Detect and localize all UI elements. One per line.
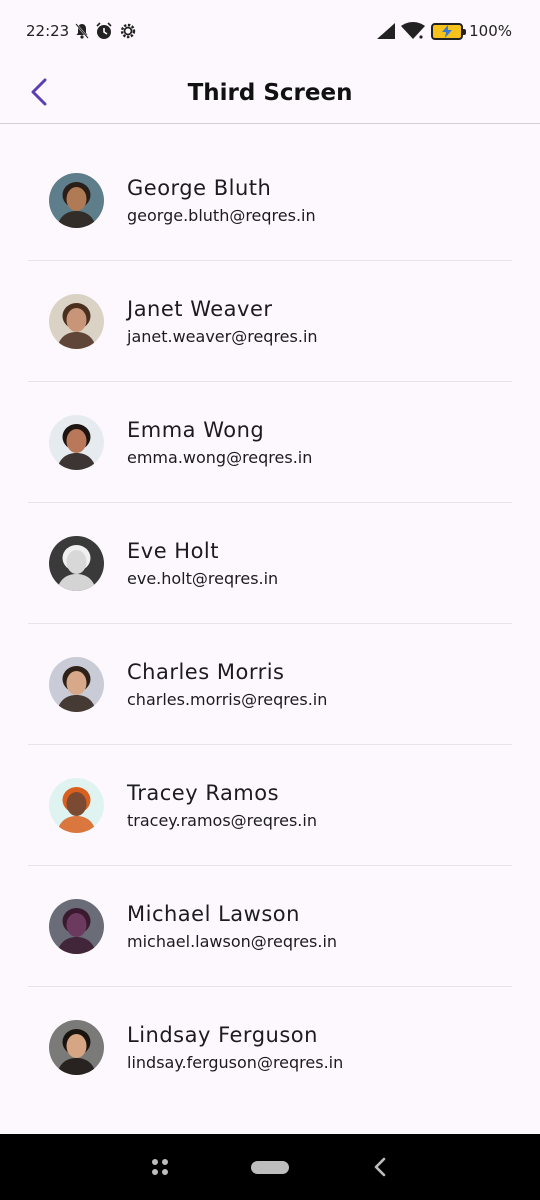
chevron-left-icon	[31, 78, 47, 106]
user-email: tracey.ramos@reqres.in	[127, 810, 317, 830]
user-avatar	[49, 777, 104, 833]
user-avatar	[49, 1020, 104, 1075]
signal-icon	[377, 23, 396, 39]
status-right: 100%	[377, 22, 512, 40]
app-bar: Third Screen	[0, 62, 540, 124]
wifi-icon	[401, 22, 426, 39]
user-info: George Bluth george.bluth@reqres.in	[127, 176, 316, 225]
user-list-item[interactable]: Eve Holt eve.holt@reqres.in	[28, 503, 512, 624]
user-info: Lindsay Ferguson lindsay.ferguson@reqres.…	[127, 1023, 343, 1072]
user-email: lindsay.ferguson@reqres.in	[127, 1053, 344, 1072]
user-info: Tracey Ramos tracey.ramos@reqres.in	[127, 781, 317, 830]
nav-back-icon	[374, 1157, 386, 1177]
user-email: emma.wong@reqres.in	[127, 447, 313, 467]
status-bar: 22:23 100%	[0, 0, 540, 62]
home-pill-icon	[251, 1160, 289, 1174]
user-avatar	[49, 293, 104, 349]
status-time: 22:23	[26, 22, 70, 40]
user-email: michael.lawson@reqres.in	[127, 931, 338, 951]
user-name: Charles Morris	[127, 659, 285, 684]
battery-charging-icon	[431, 22, 467, 40]
user-name: Janet Weaver	[127, 296, 273, 321]
recents-button[interactable]	[140, 1147, 180, 1187]
alarm-icon	[96, 22, 112, 39]
user-name: Michael Lawson	[127, 901, 300, 926]
nav-back-button[interactable]	[360, 1147, 400, 1187]
user-info: Eve Holt eve.holt@reqres.in	[127, 539, 278, 588]
user-info: Janet Weaver janet.weaver@reqres.in	[127, 297, 318, 346]
user-info: Charles Morris charles.morris@reqres.in	[127, 660, 327, 709]
user-avatar	[49, 414, 104, 470]
user-list-item[interactable]: Tracey Ramos tracey.ramos@reqres.in	[28, 745, 512, 866]
user-list-item[interactable]: Lindsay Ferguson lindsay.ferguson@reqres.…	[28, 987, 512, 1108]
user-email: eve.holt@reqres.in	[127, 568, 279, 588]
back-button[interactable]	[22, 69, 56, 115]
user-list-item[interactable]: Emma Wong emma.wong@reqres.in	[28, 382, 512, 503]
recents-grid-icon	[152, 1159, 168, 1175]
user-email: george.bluth@reqres.in	[127, 205, 316, 225]
user-list-item[interactable]: George Bluth george.bluth@reqres.in	[28, 140, 512, 261]
settings-icon	[121, 23, 136, 39]
user-avatar	[49, 898, 104, 954]
user-list: George Bluth george.bluth@reqres.in Janet …	[28, 140, 512, 1108]
user-avatar	[49, 656, 104, 712]
user-list-item[interactable]: Charles Morris charles.morris@reqres.in	[28, 624, 512, 745]
user-name: Tracey Ramos	[127, 780, 280, 805]
user-email: janet.weaver@reqres.in	[127, 326, 318, 346]
battery-percent: 100%	[469, 22, 512, 40]
user-avatar	[49, 172, 104, 228]
user-info: Emma Wong emma.wong@reqres.in	[127, 418, 312, 467]
user-name: Emma Wong	[127, 417, 265, 442]
system-nav-bar	[0, 1134, 540, 1200]
page-title: Third Screen	[187, 79, 353, 106]
status-left: 22:23	[26, 22, 137, 40]
user-list-item[interactable]: Janet Weaver janet.weaver@reqres.in	[28, 261, 512, 382]
user-info: Michael Lawson michael.lawson@reqres.in	[127, 902, 337, 951]
user-name: Eve Holt	[127, 538, 219, 563]
user-name: George Bluth	[127, 175, 272, 200]
user-email: charles.morris@reqres.in	[127, 689, 328, 709]
notification-muted-icon	[75, 23, 89, 39]
user-list-item[interactable]: Michael Lawson michael.lawson@reqres.in	[28, 866, 512, 987]
home-button[interactable]	[250, 1147, 290, 1187]
user-name: Lindsay Ferguson	[127, 1023, 318, 1047]
user-avatar	[49, 535, 104, 591]
